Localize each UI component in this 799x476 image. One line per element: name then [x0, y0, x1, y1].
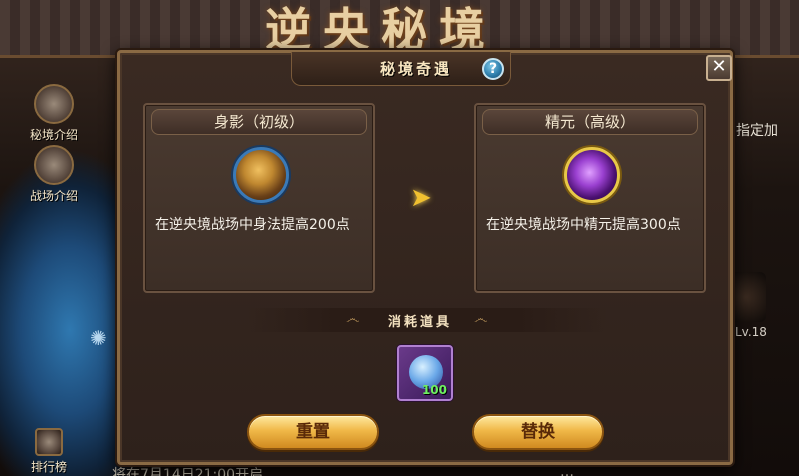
- consume-item-slot[interactable]: 100: [397, 345, 453, 401]
- battlefield-intro-label: 战场介绍: [29, 189, 78, 203]
- bottom-right-text: …: [560, 464, 574, 476]
- arrow-right-icon: ➤: [410, 183, 432, 213]
- current-skill-description: 在逆央境战场中身法提高200点: [155, 217, 350, 233]
- leaderboard-button[interactable]: 排行榜: [24, 428, 74, 475]
- secret-realm-intro-button[interactable]: 秘境介绍: [22, 84, 86, 143]
- leaderboard-label: 排行榜: [30, 460, 67, 474]
- reset-button[interactable]: 重置: [247, 414, 379, 450]
- current-skill-panel: 身影（初级） 在逆央境战场中身法提高200点: [143, 103, 375, 293]
- new-skill-description: 在逆央境战场中精元提高300点: [486, 217, 681, 233]
- lion-icon[interactable]: [233, 147, 289, 203]
- level-label: Lv.18: [735, 325, 767, 339]
- leaderboard-icon: [35, 428, 63, 456]
- open-time-text: 将在7月14日21:00开启: [112, 467, 264, 476]
- secret-realm-intro-label: 秘境介绍: [29, 128, 78, 142]
- swirl-left-icon: ෴: [346, 311, 360, 327]
- swirl-right-icon: ෴: [474, 311, 488, 327]
- banner-icon: [34, 145, 74, 185]
- essence-icon[interactable]: [564, 147, 620, 203]
- new-skill-name: 精元（高级）: [482, 109, 698, 135]
- consume-label: 消耗道具: [388, 315, 453, 330]
- compass-icon: ✺: [90, 326, 107, 350]
- replace-button[interactable]: 替换: [472, 414, 604, 450]
- battlefield-intro-button[interactable]: 战场介绍: [22, 145, 86, 204]
- current-skill-name: 身影（初级）: [151, 109, 367, 135]
- close-button[interactable]: ✕: [706, 55, 732, 81]
- item-count: 100: [421, 383, 447, 397]
- scroll-icon: [34, 84, 74, 124]
- dialog-title: 秘境奇遇: [380, 60, 453, 78]
- new-skill-panel: 精元（高级） 在逆央境战场中精元提高300点: [474, 103, 706, 293]
- right-edge-text: 指定加: [736, 123, 778, 139]
- help-button[interactable]: ?: [482, 58, 504, 80]
